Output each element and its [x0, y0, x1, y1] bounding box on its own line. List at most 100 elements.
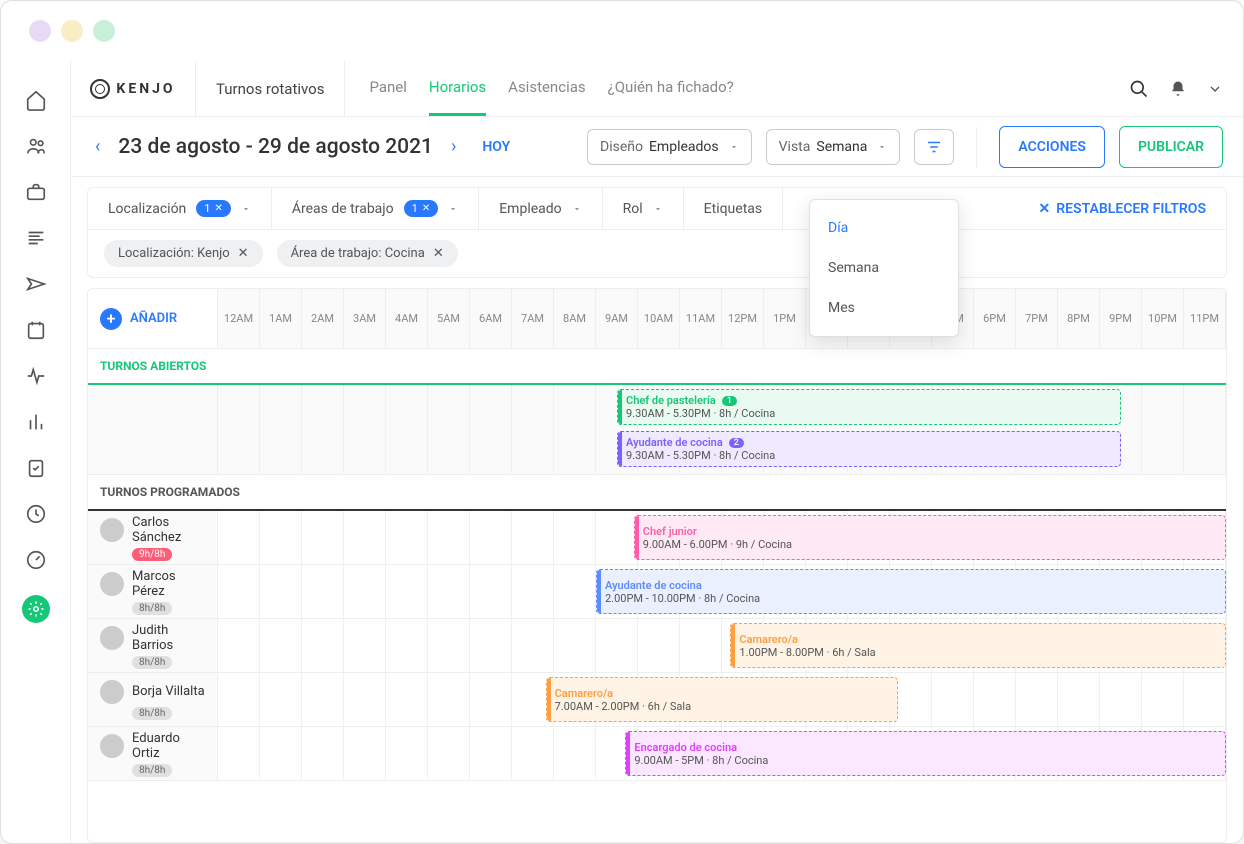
filter-areas[interactable]: Áreas de trabajo 1✕	[272, 188, 479, 229]
grid-cell[interactable]	[470, 619, 512, 672]
prev-week-button[interactable]: ‹	[91, 136, 104, 157]
calendar-icon[interactable]	[25, 319, 47, 341]
grid-cell[interactable]	[344, 385, 386, 474]
reset-filters-button[interactable]: ✕ RESTABLECER FILTROS	[1019, 188, 1226, 229]
filter-toggle-button[interactable]	[914, 129, 954, 165]
grid-cell[interactable]	[218, 619, 260, 672]
search-icon[interactable]	[1129, 79, 1149, 99]
grid-cell[interactable]	[386, 511, 428, 564]
filter-badge[interactable]: 1✕	[196, 200, 231, 217]
view-option-day[interactable]: Día	[810, 208, 958, 248]
grid-cell[interactable]	[344, 619, 386, 672]
chip-remove-button[interactable]: ✕	[238, 246, 249, 261]
chevron-down-icon[interactable]	[1207, 81, 1223, 97]
grid-cell[interactable]	[386, 385, 428, 474]
bell-icon[interactable]	[1169, 80, 1187, 98]
filter-empleado[interactable]: Empleado	[479, 188, 602, 229]
grid-cell[interactable]	[260, 565, 302, 618]
clipboard-check-icon[interactable]	[25, 457, 47, 479]
grid-cell[interactable]	[386, 565, 428, 618]
grid-cell[interactable]	[554, 511, 596, 564]
shift-block[interactable]: Chef de pastelería19.30AM - 5.30PM · 8h …	[617, 389, 1121, 425]
grid-cell[interactable]	[218, 511, 260, 564]
shift-block[interactable]: Camarero/a1.00PM - 8.00PM · 6h / Sala	[730, 623, 1226, 668]
grid-cell[interactable]	[470, 673, 512, 726]
home-icon[interactable]	[25, 89, 47, 111]
nav-asistencias[interactable]: Asistencias	[508, 61, 585, 116]
grid-cell[interactable]	[302, 619, 344, 672]
grid-cell[interactable]	[470, 565, 512, 618]
activity-icon[interactable]	[25, 365, 47, 387]
grid-cell[interactable]	[554, 385, 596, 474]
grid-cell[interactable]	[470, 727, 512, 780]
grid-cell[interactable]	[596, 619, 638, 672]
grid-cell[interactable]	[1184, 385, 1226, 474]
nav-horarios[interactable]: Horarios	[429, 61, 486, 116]
shift-block[interactable]: Ayudante de cocina2.00PM - 10.00PM · 8h …	[596, 569, 1226, 614]
logo[interactable]: KENJO	[71, 61, 196, 116]
grid-cell[interactable]	[260, 673, 302, 726]
grid-cell[interactable]	[260, 511, 302, 564]
nav-quien[interactable]: ¿Quién ha fichado?	[608, 61, 734, 116]
clock-icon[interactable]	[25, 503, 47, 525]
grid-cell[interactable]	[428, 727, 470, 780]
grid-cell[interactable]	[554, 619, 596, 672]
grid-cell[interactable]	[1142, 673, 1184, 726]
grid-cell[interactable]	[470, 511, 512, 564]
grid-cell[interactable]	[302, 727, 344, 780]
grid-cell[interactable]	[302, 385, 344, 474]
grid-cell[interactable]	[218, 565, 260, 618]
grid-cell[interactable]	[260, 727, 302, 780]
grid-cell[interactable]	[344, 565, 386, 618]
grid-cell[interactable]	[512, 727, 554, 780]
grid-cell[interactable]	[1016, 673, 1058, 726]
grid-cell[interactable]	[344, 727, 386, 780]
grid-cell[interactable]	[554, 565, 596, 618]
today-button[interactable]: HOY	[482, 139, 510, 155]
filter-badge[interactable]: 1✕	[404, 200, 439, 217]
grid-cell[interactable]	[428, 565, 470, 618]
team-icon[interactable]	[25, 135, 47, 157]
acciones-button[interactable]: ACCIONES	[999, 126, 1105, 168]
nav-panel[interactable]: Panel	[369, 61, 406, 116]
filter-etiquetas[interactable]: Etiquetas	[684, 188, 783, 229]
grid-cell[interactable]	[512, 619, 554, 672]
grid-cell[interactable]	[428, 673, 470, 726]
grid-cell[interactable]	[386, 619, 428, 672]
design-select[interactable]: Diseño Empleados	[587, 129, 752, 165]
grid-cell[interactable]	[344, 511, 386, 564]
grid-cell[interactable]	[1142, 385, 1184, 474]
grid-cell[interactable]	[260, 385, 302, 474]
view-option-month[interactable]: Mes	[810, 288, 958, 328]
grid-cell[interactable]	[512, 385, 554, 474]
grid-cell[interactable]	[218, 727, 260, 780]
chart-icon[interactable]	[25, 411, 47, 433]
grid-cell[interactable]	[386, 727, 428, 780]
shift-block[interactable]: Camarero/a7.00AM - 2.00PM · 6h / Sala	[546, 677, 899, 722]
plane-icon[interactable]	[25, 273, 47, 295]
grid-cell[interactable]	[344, 673, 386, 726]
grid-cell[interactable]	[638, 619, 680, 672]
grid-cell[interactable]	[302, 673, 344, 726]
grid-cell[interactable]	[218, 385, 260, 474]
chip-remove-button[interactable]: ✕	[433, 246, 444, 261]
shift-block[interactable]: Encargado de cocina9.00AM - 5PM · 8h / C…	[625, 731, 1226, 776]
list-icon[interactable]	[25, 227, 47, 249]
grid-cell[interactable]	[428, 511, 470, 564]
grid-cell[interactable]	[512, 565, 554, 618]
publicar-button[interactable]: PUBLICAR	[1119, 126, 1223, 168]
next-week-button[interactable]: ›	[447, 136, 460, 157]
grid-cell[interactable]	[554, 727, 596, 780]
gauge-icon[interactable]	[25, 549, 47, 571]
grid-cell[interactable]	[302, 511, 344, 564]
filter-rol[interactable]: Rol	[603, 188, 684, 229]
view-select[interactable]: Vista Semana	[766, 129, 901, 165]
grid-cell[interactable]	[386, 673, 428, 726]
grid-cell[interactable]	[596, 511, 638, 564]
grid-cell[interactable]	[1184, 673, 1226, 726]
view-option-week[interactable]: Semana	[810, 248, 958, 288]
add-shift-button[interactable]: + AÑADIR	[100, 308, 177, 330]
grid-cell[interactable]	[680, 619, 722, 672]
grid-cell[interactable]	[512, 511, 554, 564]
shift-block[interactable]: Ayudante de cocina29.30AM - 5.30PM · 8h …	[617, 431, 1121, 467]
